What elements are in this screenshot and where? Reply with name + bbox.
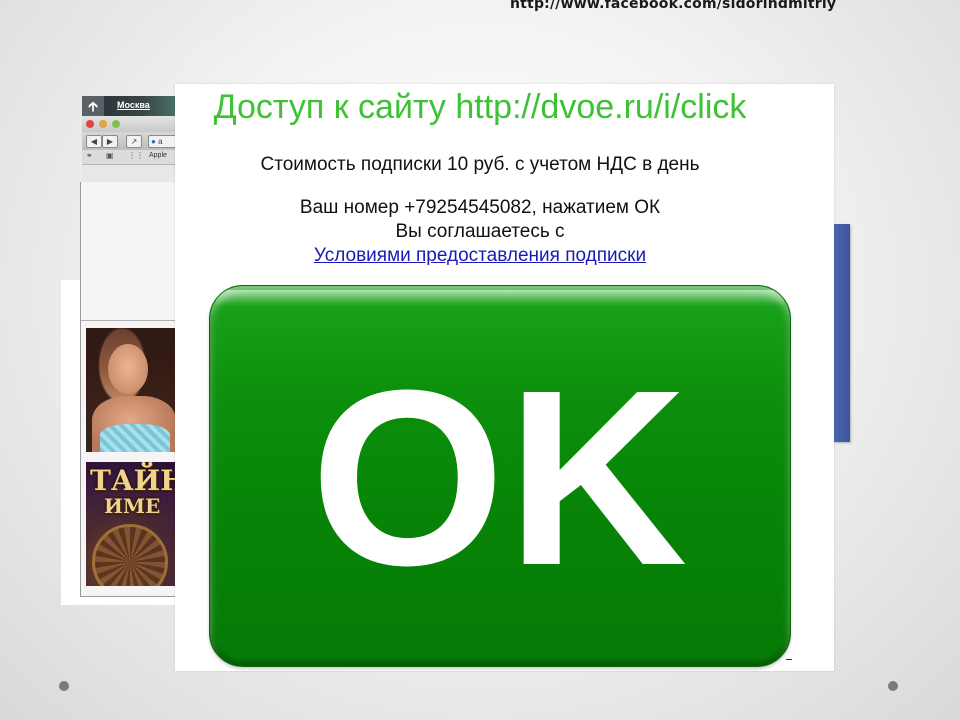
globe-icon: ● [151, 137, 156, 146]
popup-cost-text: Стоимость подписки 10 руб. с учетом НДС … [260, 154, 700, 175]
popup-corner-mark [786, 659, 792, 660]
popup-phone-number-text: Ваш номер +79254545082, нажатием ОК [299, 197, 661, 218]
ad-photo-woman [86, 328, 176, 452]
slide-nav-next-dot[interactable] [888, 681, 898, 691]
photo-swimsuit [100, 424, 170, 452]
popup-title: Доступ к сайту http://dvoe.ru/i/click [213, 88, 747, 126]
game-title-line1: ТАЙН [90, 464, 176, 497]
game-title-line2: ИМЕ [104, 494, 161, 518]
slide-nav-prev-dot[interactable] [59, 681, 69, 691]
popup-agree-text: Вы соглашаетесь с [395, 221, 565, 242]
frame-divider [81, 320, 177, 321]
ok-button-label: OK [310, 338, 690, 617]
back-arrow-icon: ◀ [86, 135, 102, 148]
slide-header-url: http://www.facebook.com/sidorindmitriy [510, 0, 837, 12]
forward-arrow-icon: ▶ [102, 135, 118, 148]
browser-toolbar: ◀ ▶ ↗ ● a [82, 132, 182, 150]
address-snippet: a [158, 137, 163, 146]
ok-button[interactable]: OK [209, 285, 791, 667]
terms-link[interactable]: Условиями предоставления подписки [0, 245, 960, 267]
game-clock-dial-icon [92, 524, 168, 586]
photo-face [108, 344, 148, 394]
ad-game-banner: ТАЙН ИМЕ [86, 462, 176, 586]
share-icon: ↗ [126, 135, 142, 148]
